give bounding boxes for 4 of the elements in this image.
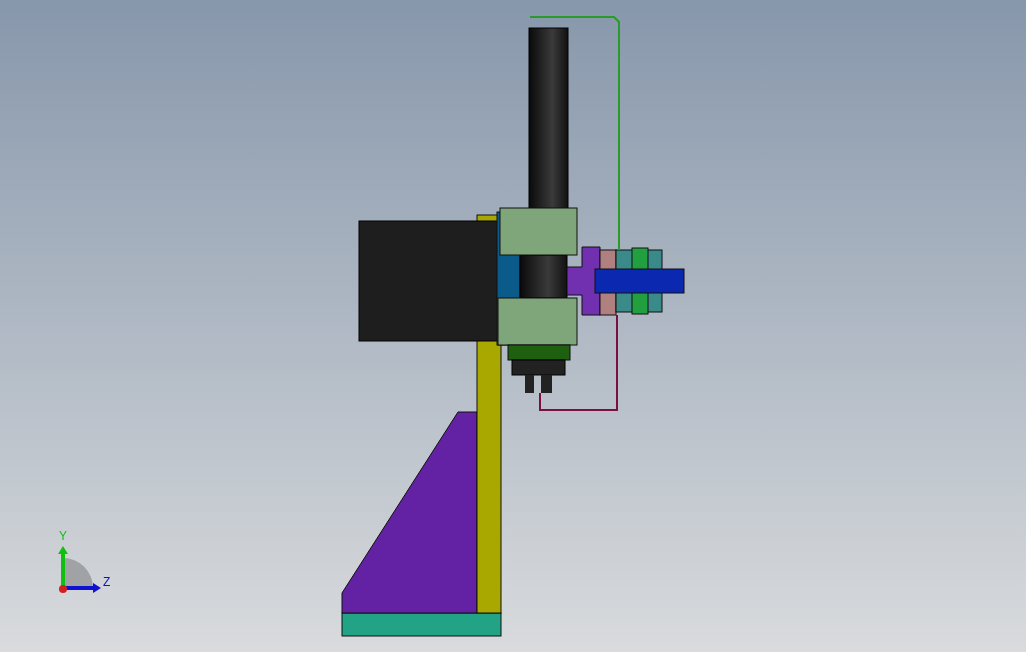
origin-dot-icon bbox=[59, 585, 67, 593]
y-axis-label: Y bbox=[59, 530, 67, 542]
cad-viewport[interactable]: Y Z bbox=[0, 0, 1026, 652]
z-axis-label: Z bbox=[103, 576, 111, 588]
